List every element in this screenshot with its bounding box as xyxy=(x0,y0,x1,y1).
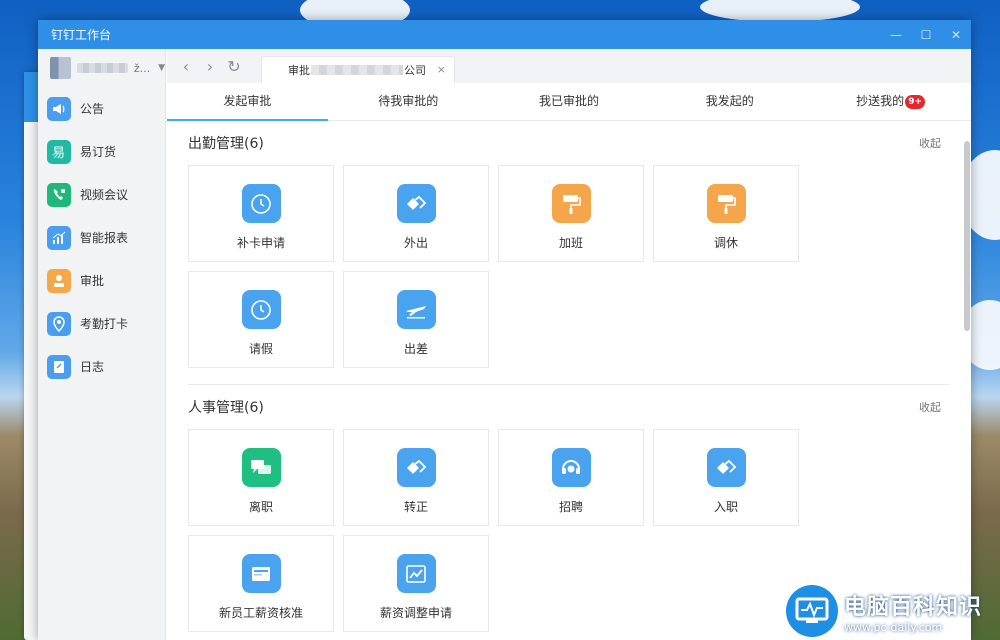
scrollbar[interactable] xyxy=(964,141,970,331)
main-panel: ‹ › ↻ 审批 公司 × 发起审批 待我审批的 我已审批的 我发起的 抄送我的 9… xyxy=(167,49,971,640)
browser-toolbar: ‹ › ↻ 审批 公司 × xyxy=(167,49,971,83)
sidebar-item[interactable]: 智能报表 xyxy=(38,216,165,259)
approval-card[interactable]: 离职 xyxy=(188,429,334,526)
approval-card[interactable]: 补卡申请 xyxy=(188,165,334,262)
approval-card[interactable]: 出差 xyxy=(343,271,489,368)
forward-icon[interactable]: › xyxy=(203,57,217,76)
minimize-button[interactable]: — xyxy=(881,20,911,49)
approval-card-label: 补卡申请 xyxy=(236,236,285,250)
approval-card-label: 离职 xyxy=(248,500,273,514)
trend-chart-icon xyxy=(396,554,436,593)
refresh-icon[interactable]: ↻ xyxy=(227,57,241,76)
approval-card-label: 薪资调整申请 xyxy=(379,606,452,620)
sidebar-item-label: 智能报表 xyxy=(80,231,129,245)
sidebar-item[interactable]: 公告 xyxy=(38,87,165,130)
avatar xyxy=(50,57,72,79)
profile-name-blurred xyxy=(77,63,128,73)
watermark-url: www.pc-daily.com xyxy=(844,620,943,634)
profile-name-suffix: ž... xyxy=(133,61,151,75)
svg-text:易: 易 xyxy=(52,146,65,160)
video-call-icon xyxy=(47,182,71,207)
chat-bubbles-icon xyxy=(241,448,281,487)
sidebar-item[interactable]: 考勤打卡 xyxy=(38,302,165,345)
monitor-logo-icon xyxy=(786,585,838,637)
sky-cloud xyxy=(700,0,860,22)
approval-card[interactable]: 请假 xyxy=(188,271,334,368)
sidebar: ž... ▼ 公告易 易订货视频会议智能报表审批考勤打卡日志 xyxy=(38,49,166,640)
approval-card-label: 请假 xyxy=(248,342,273,356)
window-title: 钉钉工作台 xyxy=(51,28,112,42)
back-icon[interactable]: ‹ xyxy=(179,57,193,76)
tab-title-prefix: 审批 xyxy=(288,64,310,77)
tab-cc[interactable]: 抄送我的 9+ xyxy=(810,83,971,120)
tab-initiate[interactable]: 发起审批 xyxy=(167,83,328,121)
approval-card[interactable]: 薪资调整申请 xyxy=(343,535,489,632)
tab-title-blurred xyxy=(311,65,403,75)
handshake-icon xyxy=(396,184,436,223)
section-title: 出勤管理(6) xyxy=(188,136,264,152)
clock-icon xyxy=(241,184,281,223)
approval-tabs: 发起审批 待我审批的 我已审批的 我发起的 抄送我的 9+ xyxy=(167,83,971,121)
maximize-button[interactable]: ☐ xyxy=(911,20,941,49)
approval-card[interactable]: 转正 xyxy=(343,429,489,526)
profile-switcher[interactable]: ž... ▼ xyxy=(38,49,165,87)
approval-section: 出勤管理(6) 收起补卡申请 外出 加班 调休请假 出差 xyxy=(188,121,971,385)
approval-icon xyxy=(47,268,71,293)
watermark: 电脑百科知识 www.pc-daily.com xyxy=(786,584,996,638)
content-area: 出勤管理(6) 收起 补卡申请 外出 加班 调休 请假 出差 人事管理(6) 收起 离职 转正 招聘 入职… xyxy=(167,121,971,640)
approval-card-label: 外出 xyxy=(403,236,428,250)
paint-roller-icon xyxy=(551,184,591,223)
approval-card[interactable]: 调休 xyxy=(653,165,799,262)
approval-card-label: 入职 xyxy=(713,500,738,514)
handshake-icon xyxy=(396,448,436,487)
tab-title-suffix: 公司 xyxy=(404,64,426,77)
yidinghuo-icon: 易 xyxy=(47,139,71,164)
title-bar: 钉钉工作台 — ☐ ✕ xyxy=(38,20,971,49)
section-title: 人事管理(6) xyxy=(188,400,264,416)
approval-card-label: 出差 xyxy=(403,342,428,356)
headset-icon xyxy=(551,448,591,487)
close-button[interactable]: ✕ xyxy=(941,20,971,49)
tab-pending[interactable]: 待我审批的 xyxy=(328,83,489,120)
chevron-down-icon: ▼ xyxy=(158,63,165,73)
collapse-button[interactable]: 收起 xyxy=(919,399,941,415)
location-icon xyxy=(47,311,71,336)
log-icon xyxy=(47,354,71,379)
approval-card-label: 调休 xyxy=(713,236,738,250)
tab-approved[interactable]: 我已审批的 xyxy=(489,83,650,120)
paint-roller-icon xyxy=(706,184,746,223)
approval-card-label: 加班 xyxy=(558,236,583,250)
watermark-title: 电脑百科知识 xyxy=(844,594,983,620)
notification-badge: 9+ xyxy=(905,95,925,109)
sidebar-item[interactable]: 审批 xyxy=(38,259,165,302)
approval-card[interactable]: 加班 xyxy=(498,165,644,262)
approval-card[interactable]: 外出 xyxy=(343,165,489,262)
sidebar-item-label: 易订货 xyxy=(80,145,117,159)
tab-mine[interactable]: 我发起的 xyxy=(649,83,810,120)
clock-icon xyxy=(241,290,281,329)
sidebar-item[interactable]: 易 易订货 xyxy=(38,130,165,173)
sidebar-item[interactable]: 日志 xyxy=(38,345,165,388)
sidebar-item-label: 考勤打卡 xyxy=(80,317,129,331)
approval-card-label: 新员工薪资核准 xyxy=(218,606,303,620)
megaphone-icon xyxy=(47,96,71,121)
handshake-icon xyxy=(706,448,746,487)
sidebar-item-label: 公告 xyxy=(80,102,105,116)
approval-card-label: 转正 xyxy=(403,500,428,514)
app-window: 钉钉工作台 — ☐ ✕ ž... ▼ 公告易易订货 视频会议 智能报表 审批 考勤打卡日… xyxy=(38,20,971,640)
airplane-icon xyxy=(396,290,436,329)
approval-card[interactable]: 入职 xyxy=(653,429,799,526)
salary-card-icon xyxy=(241,554,281,593)
chart-icon xyxy=(47,225,71,250)
approval-card-label: 招聘 xyxy=(558,500,583,514)
sidebar-item-label: 审批 xyxy=(80,274,105,288)
sidebar-item-label: 视频会议 xyxy=(80,188,129,202)
approval-card[interactable]: 新员工薪资核准 xyxy=(188,535,334,632)
browser-tab[interactable]: 审批 公司 × xyxy=(261,56,455,83)
tab-close-icon[interactable]: × xyxy=(437,63,446,76)
sidebar-item[interactable]: 视频会议 xyxy=(38,173,165,216)
collapse-button[interactable]: 收起 xyxy=(919,135,941,151)
approval-card[interactable]: 招聘 xyxy=(498,429,644,526)
sidebar-item-label: 日志 xyxy=(80,360,105,374)
